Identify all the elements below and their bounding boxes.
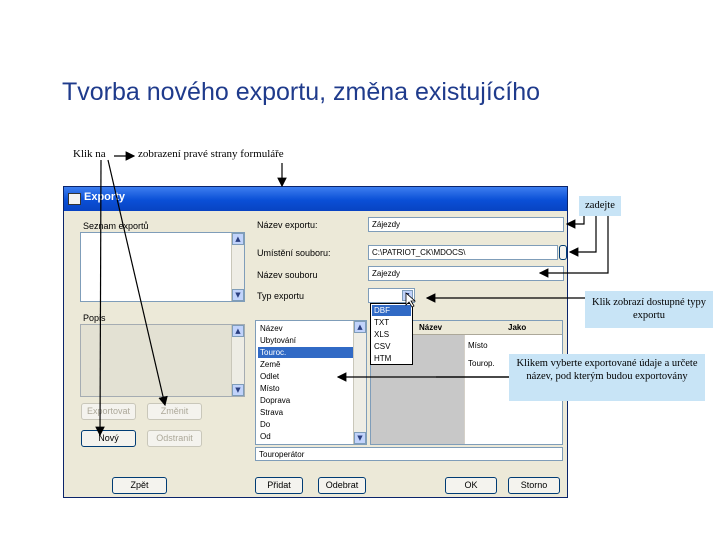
back-button[interactable]: Zpět — [112, 477, 167, 494]
dropdown-option[interactable]: DBF — [372, 305, 411, 316]
chevron-down-icon[interactable]: ▼ — [402, 290, 413, 301]
callout-choose: Klikem vyberte exportované údaje a určet… — [509, 354, 705, 401]
window-icon — [68, 193, 81, 205]
new-button[interactable]: Nový — [81, 430, 136, 447]
cancel-button[interactable]: Storno — [508, 477, 560, 494]
add-button[interactable]: Přidat — [255, 477, 303, 494]
callout-click-shows: Klik zobrazí dostupné typy exportu — [585, 291, 713, 328]
dropdown-option[interactable]: XLS — [372, 329, 411, 340]
grid-header-as: Jako — [508, 323, 527, 332]
note-display: zobrazení pravé strany formuláře — [138, 148, 284, 160]
window-title: Exporty — [84, 191, 125, 203]
note-click: Klik na — [73, 148, 106, 160]
arrow — [568, 216, 597, 257]
scroll-up-icon[interactable]: ▲ — [354, 321, 366, 333]
fields-scrollbar[interactable]: ▲ ▼ — [353, 321, 366, 444]
description-scrollbar[interactable]: ▲ ▼ — [231, 325, 244, 396]
filename-label: Název souboru — [257, 270, 318, 280]
dropdown-option[interactable]: TXT — [372, 317, 411, 328]
saved-exports-scrollbar[interactable]: ▲ ▼ — [231, 233, 244, 301]
export-name-label: Název exportu: — [257, 220, 318, 230]
location-input[interactable]: C:\PATRIOT_CK\MDOCS\ — [368, 245, 558, 260]
list-item-selected[interactable]: Touroc. — [258, 347, 354, 358]
location-label: Umístění souboru: — [257, 248, 331, 258]
list-item[interactable]: Země — [258, 359, 354, 370]
export-button[interactable]: Exportovat — [81, 403, 136, 420]
list-item[interactable]: Doprava — [258, 395, 354, 406]
list-item[interactable]: Od — [258, 431, 354, 442]
export-type-select[interactable]: ▼ — [368, 288, 415, 303]
callout-enter: zadejte — [579, 196, 621, 216]
tour-operator-field[interactable]: Touroperátor — [255, 447, 563, 461]
grid-cell[interactable]: Tourop. — [468, 359, 495, 368]
list-item[interactable]: Název — [258, 323, 354, 334]
list-item[interactable]: Místo — [258, 383, 354, 394]
delete-button[interactable]: Odstranit — [147, 430, 202, 447]
scroll-down-icon[interactable]: ▼ — [354, 432, 366, 444]
list-item[interactable]: Strava — [258, 407, 354, 418]
description-label: Popis — [83, 313, 106, 323]
description-box[interactable]: ▲ ▼ — [80, 324, 245, 397]
grid-header-name: Název — [419, 323, 443, 332]
fields-list[interactable]: Název Ubytování Touroc. Země Odlet Místo… — [255, 320, 367, 445]
scroll-up-icon[interactable]: ▲ — [232, 233, 244, 245]
filename-input[interactable]: Zajezdy — [368, 266, 564, 281]
grid-cell[interactable]: Místo — [468, 341, 488, 350]
export-name-input[interactable]: Zájezdy — [368, 217, 564, 232]
arrow — [565, 216, 585, 229]
browse-button[interactable] — [559, 245, 567, 260]
window-titlebar[interactable]: Exporty — [64, 187, 567, 211]
dropdown-option[interactable]: HTM — [372, 353, 411, 364]
ok-button[interactable]: OK — [445, 477, 497, 494]
slide-title: Tvorba nového exportu, změna existujícíh… — [62, 78, 541, 106]
list-item[interactable]: Ubytování — [258, 335, 354, 346]
scroll-down-icon[interactable]: ▼ — [232, 289, 244, 301]
scroll-down-icon[interactable]: ▼ — [232, 384, 244, 396]
export-type-label: Typ exportu — [257, 291, 305, 301]
list-item[interactable]: Odlet — [258, 371, 354, 382]
list-item[interactable]: Do — [258, 419, 354, 430]
saved-exports-list[interactable]: ▲ ▼ — [80, 232, 245, 302]
change-button[interactable]: Změnit — [147, 403, 202, 420]
scroll-up-icon[interactable]: ▲ — [232, 325, 244, 337]
dropdown-option[interactable]: CSV — [372, 341, 411, 352]
remove-button[interactable]: Odebrat — [318, 477, 366, 494]
export-type-dropdown[interactable]: DBF TXT XLS CSV HTM — [370, 303, 413, 365]
saved-exports-label: Seznam exportů — [83, 221, 149, 231]
